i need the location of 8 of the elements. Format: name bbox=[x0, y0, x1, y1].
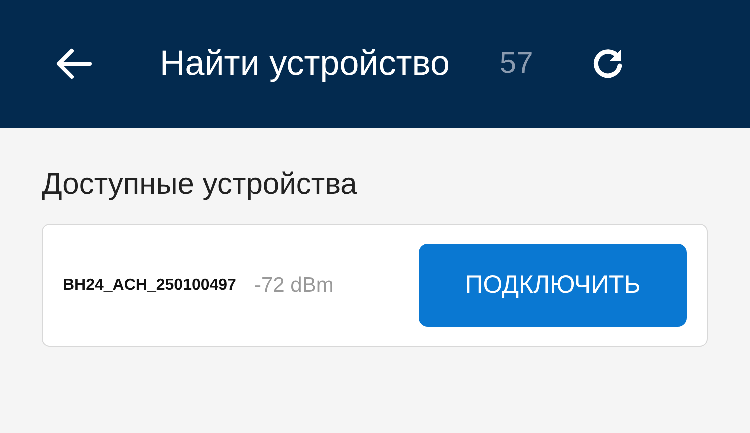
signal-strength: -72 dBm bbox=[254, 274, 334, 298]
device-name: BH24_ACH_250100497 bbox=[63, 276, 236, 294]
screen-title: Найти устройство bbox=[160, 44, 450, 84]
back-arrow-icon bbox=[56, 48, 92, 80]
section-title: Доступные устройства bbox=[42, 168, 358, 202]
connect-button[interactable]: ПОДКЛЮЧИТЬ bbox=[419, 244, 687, 327]
device-count: 57 bbox=[500, 47, 534, 81]
back-button[interactable] bbox=[56, 48, 92, 80]
